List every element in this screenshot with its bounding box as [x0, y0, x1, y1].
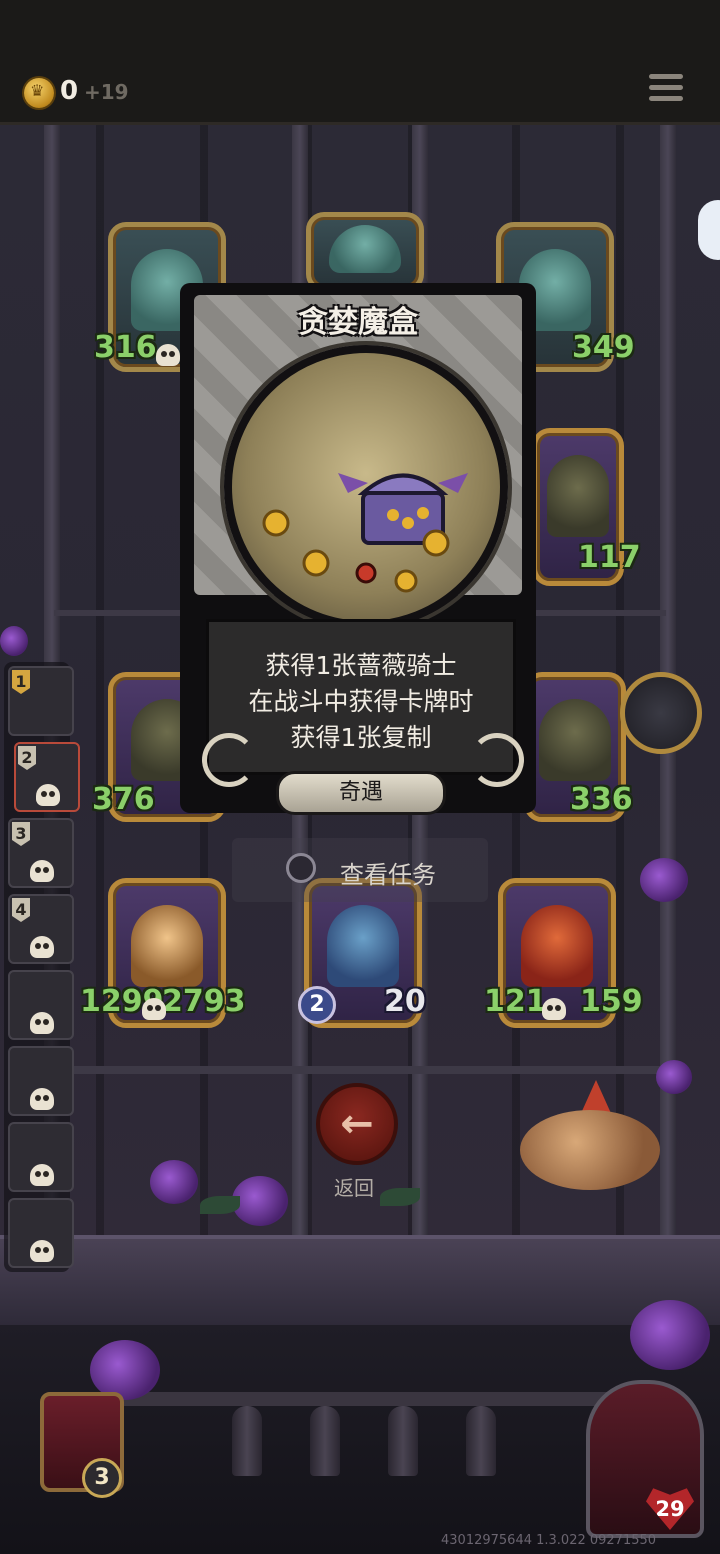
skull-icon — [30, 1088, 54, 1110]
hamburger-menu-icon[interactable] — [649, 74, 683, 104]
history-number: 4 — [12, 898, 30, 922]
card-stat: 316 — [94, 330, 157, 365]
card-stat: 376 — [92, 782, 155, 817]
rose-decoration — [630, 1300, 710, 1370]
event-type-tag: 奇遇 — [276, 771, 446, 815]
airship-decoration — [520, 1110, 660, 1190]
rose-decoration — [656, 1060, 692, 1094]
card-stat: 121 — [484, 984, 547, 1019]
event-title: 贪婪魔盒 — [298, 305, 418, 340]
view-task-label[interactable]: 查看任务 — [340, 855, 436, 890]
swirl-ornament — [202, 733, 256, 787]
history-column: 1 2 3 4 — [4, 662, 80, 1272]
skull-icon — [30, 936, 54, 958]
hero-portrait[interactable] — [586, 1380, 704, 1538]
event-card-popup[interactable]: 贪婪魔盒 获得1张蔷薇骑士 在战斗中获得卡牌时 获得1张复制 奇遇 — [180, 283, 536, 823]
crown-coin-icon — [24, 78, 54, 108]
top-bar: 0 +19 — [0, 0, 720, 125]
stage — [0, 1235, 720, 1329]
gold-coins-icon — [262, 509, 450, 593]
card-stat: 117 — [578, 540, 641, 575]
arrow-left-icon: ← — [340, 1101, 374, 1147]
event-description-line: 获得1张蔷薇骑士 — [265, 651, 457, 680]
baluster — [388, 1406, 418, 1476]
coin-delta: +19 — [84, 80, 129, 104]
card-stat: 159 — [580, 984, 643, 1019]
history-slot[interactable] — [8, 1198, 74, 1268]
rose-decoration — [640, 858, 688, 902]
history-slot[interactable]: 1 — [8, 666, 74, 736]
skull-icon — [156, 344, 180, 366]
character-portrait — [539, 699, 611, 781]
history-number: 2 — [18, 746, 36, 770]
history-number: 1 — [12, 670, 30, 694]
baluster — [466, 1406, 496, 1476]
card-stat: 2793 — [162, 984, 246, 1019]
skull-icon — [36, 784, 60, 806]
history-number: 3 — [12, 822, 30, 846]
board-divider — [54, 1066, 666, 1074]
event-illustration — [224, 345, 508, 629]
character-portrait — [329, 225, 401, 273]
character-portrait — [521, 905, 593, 987]
rose-decoration — [232, 1176, 288, 1226]
history-slot[interactable] — [8, 1046, 74, 1116]
event-description-line: 获得1张复制 — [290, 723, 432, 752]
leaf-decoration — [200, 1196, 240, 1214]
history-slot[interactable]: 3 — [8, 818, 74, 888]
rose-decoration — [0, 626, 28, 656]
skull-icon — [30, 1164, 54, 1186]
skull-icon — [142, 998, 166, 1020]
skull-icon — [542, 998, 566, 1020]
card-stat-badge: 2 — [298, 986, 336, 1024]
version-text: 43012975644 1.3.022 09271550 — [441, 1533, 657, 1548]
event-description-line: 在战斗中获得卡牌时 — [248, 687, 474, 716]
coin-count: 0 — [60, 76, 79, 106]
view-task-checkbox[interactable] — [286, 853, 316, 883]
rose-decoration — [90, 1340, 160, 1400]
history-slot[interactable]: 2 — [14, 742, 80, 812]
side-avatar-icon[interactable] — [698, 200, 720, 260]
board-card[interactable] — [306, 212, 424, 292]
baluster — [232, 1406, 262, 1476]
character-portrait — [131, 905, 203, 987]
history-slot[interactable] — [8, 970, 74, 1040]
back-button[interactable]: ← — [316, 1083, 398, 1165]
history-slot[interactable] — [8, 1122, 74, 1192]
skull-icon — [30, 1240, 54, 1262]
leaf-decoration — [380, 1188, 420, 1206]
baluster — [310, 1406, 340, 1476]
rose-decoration — [150, 1160, 198, 1204]
history-slot[interactable]: 4 — [8, 894, 74, 964]
card-stat: 20 — [384, 984, 426, 1019]
pocket-watch-icon[interactable] — [620, 672, 702, 754]
card-stat: 349 — [572, 330, 635, 365]
skull-icon — [30, 1012, 54, 1034]
character-portrait — [327, 905, 399, 987]
card-stat: 336 — [570, 782, 633, 817]
character-portrait — [547, 455, 609, 537]
skull-icon — [30, 860, 54, 882]
swirl-ornament — [470, 733, 524, 787]
back-label[interactable]: 返回 — [334, 1172, 374, 1201]
companion-level-badge: 3 — [82, 1458, 122, 1498]
railing — [60, 1392, 660, 1406]
